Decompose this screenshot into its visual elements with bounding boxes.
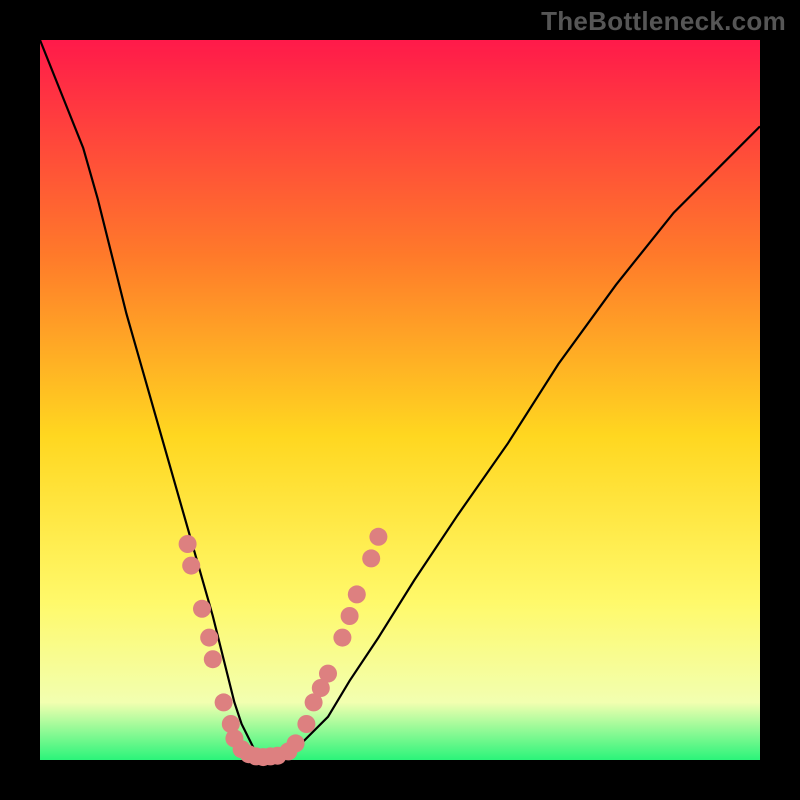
highlight-dot bbox=[297, 715, 315, 733]
highlight-dot bbox=[341, 607, 359, 625]
highlight-dot bbox=[179, 535, 197, 553]
highlight-dot bbox=[204, 650, 222, 668]
source-watermark: TheBottleneck.com bbox=[541, 6, 786, 37]
highlight-dot bbox=[182, 557, 200, 575]
highlight-dot bbox=[319, 665, 337, 683]
plot-background-gradient bbox=[40, 40, 760, 760]
highlight-dot bbox=[287, 734, 305, 752]
highlight-dot bbox=[215, 693, 233, 711]
highlight-dot bbox=[333, 629, 351, 647]
highlight-dot bbox=[348, 585, 366, 603]
bottleneck-chart bbox=[0, 0, 800, 800]
highlight-dot bbox=[369, 528, 387, 546]
highlight-dot bbox=[193, 600, 211, 618]
highlight-dot bbox=[362, 549, 380, 567]
chart-frame: { "watermark": "TheBottleneck.com", "col… bbox=[0, 0, 800, 800]
highlight-dot bbox=[200, 629, 218, 647]
